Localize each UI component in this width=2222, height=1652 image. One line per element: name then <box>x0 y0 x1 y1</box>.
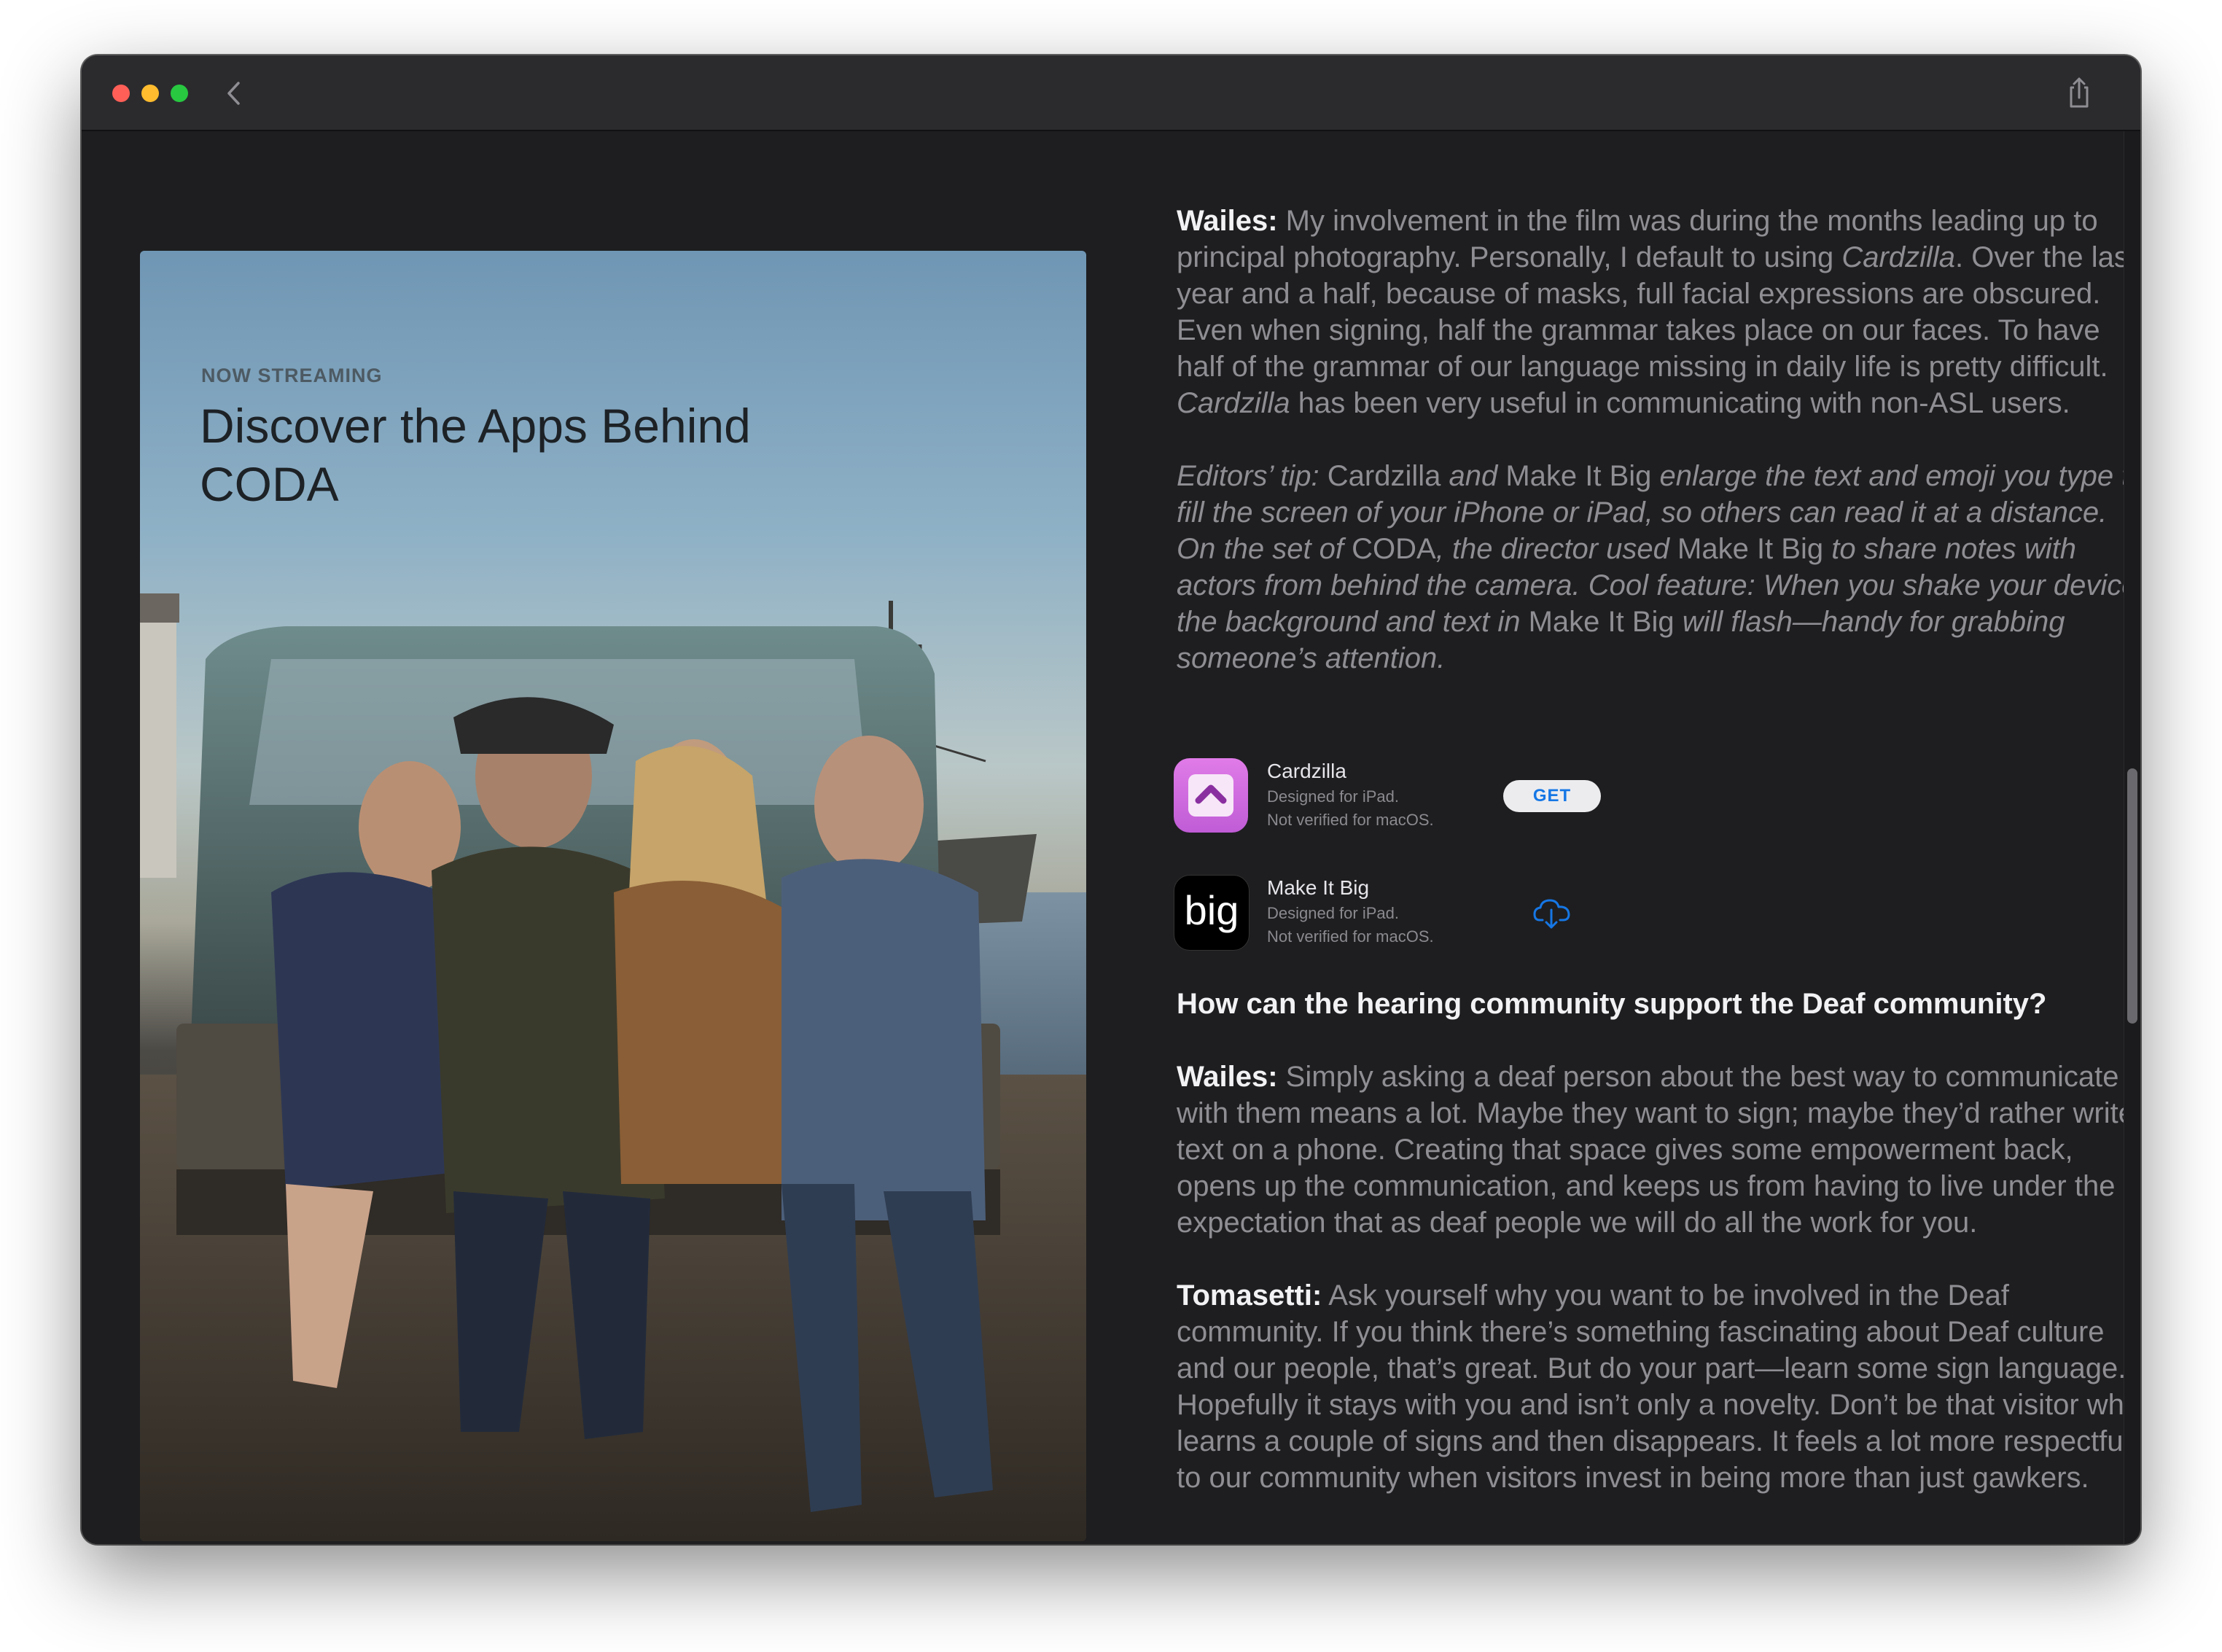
app-mention: Make It Big <box>1528 606 1675 638</box>
minimize-window-button[interactable] <box>141 85 159 102</box>
app-compat-line2: Not verified for macOS. <box>1267 811 1434 829</box>
app-row-cardzilla[interactable]: Cardzilla Designed for iPad. Not verifie… <box>1174 758 1684 834</box>
app-store-window: NOW STREAMING Discover the Apps Behind C… <box>82 55 2140 1544</box>
hero-eyebrow: NOW STREAMING <box>201 365 383 386</box>
app-compat-line1: Designed for iPad. <box>1267 787 1399 806</box>
app-mention: Make It Big <box>1505 460 1652 492</box>
hero-title: Discover the Apps Behind CODA <box>200 399 751 511</box>
article-body: Wailes: My involvement in the film was d… <box>1177 203 2140 677</box>
paragraph-tomasetti: Tomasetti: Ask yourself why you want to … <box>1177 1279 2140 1494</box>
cardzilla-glyph-icon <box>1188 774 1233 817</box>
cloud-download-icon <box>1533 899 1570 929</box>
film-mention: CODA <box>1352 533 1436 565</box>
download-button[interactable] <box>1532 895 1572 932</box>
cardzilla-app-icon[interactable] <box>1174 758 1248 833</box>
back-button[interactable] <box>220 77 249 109</box>
speaker-label: Wailes: <box>1177 205 1278 237</box>
make-it-big-app-icon[interactable]: big <box>1174 875 1250 951</box>
app-compat-line2: Not verified for macOS. <box>1267 927 1434 946</box>
title-bar <box>82 55 2140 131</box>
app-name[interactable]: Cardzilla <box>1267 760 1346 783</box>
chevron-left-icon <box>227 82 240 105</box>
share-button[interactable] <box>2065 74 2094 111</box>
app-compat-line1: Designed for iPad. <box>1267 904 1399 922</box>
scrollbar-thumb[interactable] <box>2127 768 2137 1024</box>
app-mention: Cardzilla <box>1177 387 1290 419</box>
hero-image: NOW STREAMING Discover the Apps Behind C… <box>140 251 1086 1541</box>
app-name[interactable]: Make It Big <box>1267 876 1369 900</box>
app-row-make-it-big[interactable]: big Make It Big Designed for iPad. Not v… <box>1174 875 1684 951</box>
get-button[interactable]: GET <box>1503 780 1601 812</box>
paragraph-wailes-2: Wailes: Simply asking a deaf person abou… <box>1177 1061 2135 1239</box>
app-mention: Cardzilla <box>1841 241 1956 273</box>
share-icon <box>2070 77 2089 108</box>
article-body-continued: How can the hearing community support th… <box>1177 986 2140 1496</box>
speaker-label: Wailes: <box>1177 1061 1278 1093</box>
zoom-window-button[interactable] <box>171 85 188 102</box>
section-question: How can the hearing community support th… <box>1177 988 2047 1020</box>
app-mention: Cardzilla <box>1327 460 1441 492</box>
story-content: NOW STREAMING Discover the Apps Behind C… <box>82 131 2140 1544</box>
paragraph-wailes-1: Wailes: My involvement in the film was d… <box>1177 205 2137 419</box>
editors-tip: Editors’ tip: Cardzilla and Make It Big … <box>1177 460 2140 674</box>
speaker-label: Tomasetti: <box>1177 1279 1322 1312</box>
make-it-big-icon-text: big <box>1184 887 1239 933</box>
close-window-button[interactable] <box>112 85 130 102</box>
app-mention: Make It Big <box>1677 533 1824 565</box>
